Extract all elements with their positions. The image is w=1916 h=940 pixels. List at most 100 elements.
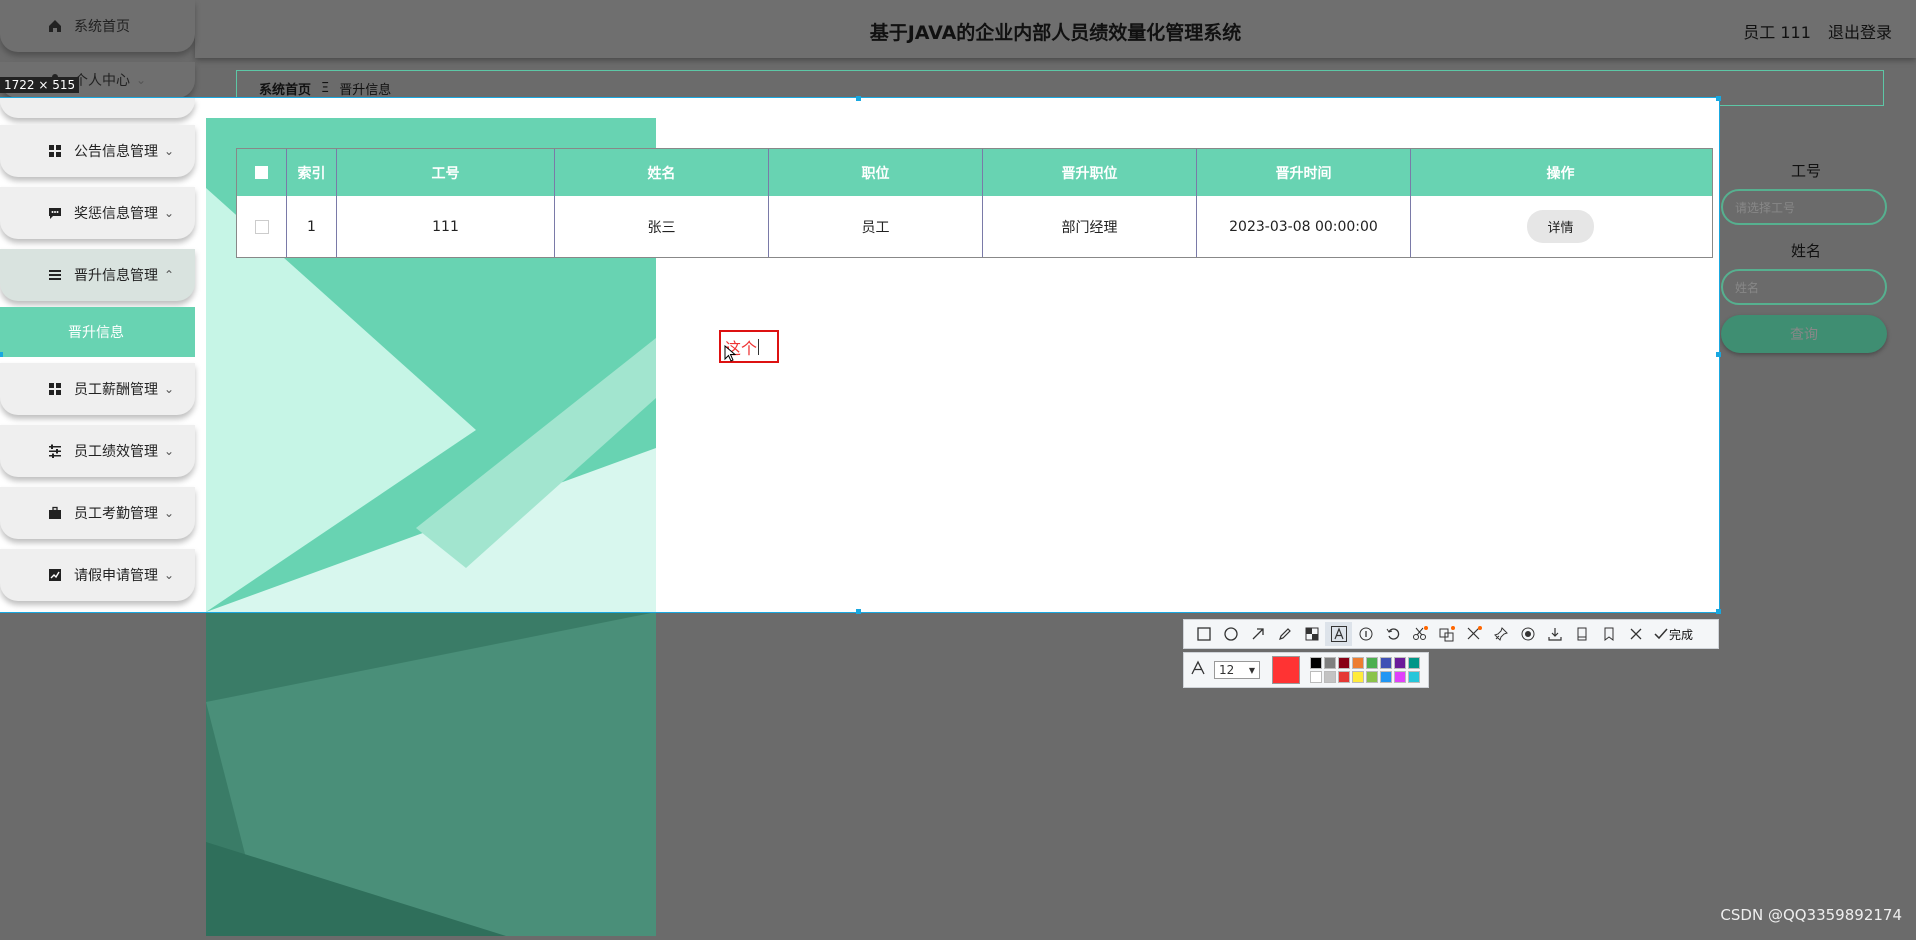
sidebar-subitem-promotion-info[interactable]: 晋升信息 — [0, 307, 195, 357]
ellipse-icon[interactable] — [1217, 622, 1244, 646]
chevron-down-icon: ⌄ — [164, 444, 175, 458]
save-icon[interactable] — [1541, 622, 1568, 646]
search-button[interactable]: 查询 — [1721, 315, 1887, 353]
record-icon[interactable] — [1514, 622, 1541, 646]
cell-name: 张三 — [555, 196, 769, 257]
color-swatch[interactable] — [1366, 671, 1378, 683]
sidebar-item-performance[interactable]: 员工绩效管理 ⌄ — [0, 425, 195, 477]
column-header: 职位 — [769, 149, 983, 196]
home-icon — [46, 17, 64, 35]
sidebar-item-label: 员工绩效管理 — [74, 444, 158, 460]
color-swatch[interactable] — [1408, 671, 1420, 683]
color-swatch[interactable] — [1366, 657, 1378, 669]
sidebar-item-rewards[interactable]: 奖惩信息管理 ⌄ — [0, 187, 195, 239]
sidebar-item-attendance[interactable]: 员工考勤管理 ⌄ — [0, 487, 195, 539]
sidebar-item-label: 奖惩信息管理 — [74, 206, 158, 222]
color-swatch[interactable] — [1380, 671, 1392, 683]
color-swatch[interactable] — [1338, 657, 1350, 669]
pin-icon[interactable] — [1487, 622, 1514, 646]
sidebar-item-label: 个人中心 — [74, 73, 130, 89]
current-user: 员工 111 — [1743, 23, 1811, 42]
sidebar-item-label: 员工考勤管理 — [74, 506, 158, 522]
name-input[interactable]: 姓名 — [1721, 269, 1887, 305]
color-swatch[interactable] — [1338, 671, 1350, 683]
color-swatch[interactable] — [1324, 671, 1336, 683]
resize-handle[interactable] — [0, 352, 3, 357]
rectangle-icon[interactable] — [1190, 622, 1217, 646]
top-header: 基于JAVA的企业内部人员绩效量化管理系统 员工 111 退出登录 — [195, 0, 1916, 58]
background-shape — [206, 612, 656, 936]
select-all-checkbox[interactable] — [255, 166, 268, 179]
color-palette — [1310, 657, 1420, 683]
color-swatch[interactable] — [1310, 657, 1322, 669]
font-icon — [1190, 660, 1206, 680]
promotion-table: 索引 工号 姓名 职位 晋升职位 晋升时间 操作 1 111 张三 员工 部门经… — [236, 148, 1713, 258]
font-size-select[interactable]: 12 ▼ — [1214, 661, 1260, 679]
row-checkbox[interactable] — [254, 219, 269, 234]
long-screenshot-icon[interactable] — [1568, 622, 1595, 646]
color-swatch[interactable] — [1324, 657, 1336, 669]
name-placeholder: 姓名 — [1735, 280, 1760, 295]
mosaic-icon[interactable] — [1298, 622, 1325, 646]
column-header: 操作 — [1546, 165, 1575, 182]
undo-icon[interactable] — [1379, 622, 1406, 646]
color-swatch[interactable] — [1352, 657, 1364, 669]
scissors-icon[interactable] — [1460, 622, 1487, 646]
sidebar-item-home[interactable]: 系统首页 — [0, 0, 195, 52]
current-color-swatch[interactable] — [1272, 656, 1300, 684]
breadcrumb-current: 晋升信息 — [339, 82, 392, 98]
sidebar-item-salary[interactable]: 员工薪酬管理 ⌄ — [0, 363, 195, 415]
close-icon[interactable] — [1622, 622, 1649, 646]
watermark: CSDN @QQ3359892174 — [1720, 906, 1902, 924]
chevron-down-icon: ⌄ — [164, 144, 175, 158]
done-button[interactable]: 完成 — [1653, 626, 1693, 643]
sidebar-item-label: 系统首页 — [74, 19, 130, 35]
row-select-cell[interactable] — [237, 196, 287, 257]
color-swatch[interactable] — [1408, 657, 1420, 669]
arrow-icon[interactable] — [1244, 622, 1271, 646]
logout-link[interactable]: 退出登录 — [1828, 23, 1892, 42]
message-icon — [46, 204, 64, 222]
resize-handle[interactable] — [1716, 352, 1721, 357]
column-header: 晋升时间 — [1197, 149, 1411, 196]
grid-icon — [46, 380, 64, 398]
app-title: 基于JAVA的企业内部人员绩效量化管理系统 — [869, 22, 1242, 44]
translate-icon[interactable] — [1433, 622, 1460, 646]
emp-no-placeholder: 请选择工号 — [1735, 200, 1796, 215]
menu-icon — [46, 266, 64, 284]
done-label: 完成 — [1669, 627, 1694, 642]
color-swatch[interactable] — [1352, 671, 1364, 683]
grid-icon — [46, 142, 64, 160]
name-label: 姓名 — [1791, 242, 1822, 260]
chevron-down-icon: ⌄ — [136, 73, 147, 87]
select-all-cell[interactable] — [237, 149, 287, 196]
resize-handle[interactable] — [856, 609, 861, 614]
text-style-toolbar: 12 ▼ — [1183, 652, 1429, 688]
color-swatch[interactable] — [1380, 657, 1392, 669]
sidebar-item-leave[interactable]: 请假申请管理 ⌄ — [0, 549, 195, 601]
bookmark-icon[interactable] — [1595, 622, 1622, 646]
table-header-row: 索引 工号 姓名 职位 晋升职位 晋升时间 操作 — [237, 149, 1712, 196]
resize-handle[interactable] — [856, 96, 861, 101]
text-icon[interactable] — [1325, 622, 1352, 646]
pen-icon[interactable] — [1271, 622, 1298, 646]
ocr-icon[interactable] — [1406, 622, 1433, 646]
serial-number-icon[interactable] — [1352, 622, 1379, 646]
resize-handle[interactable] — [1716, 609, 1721, 614]
emp-no-select[interactable]: 请选择工号 — [1721, 189, 1887, 225]
font-size-value: 12 — [1219, 663, 1235, 677]
resize-handle[interactable] — [1716, 96, 1721, 101]
breadcrumb-separator: Ξ — [321, 80, 330, 96]
chevron-down-icon: ⌄ — [164, 206, 175, 220]
detail-button[interactable]: 详情 — [1527, 210, 1594, 243]
table-row: 1 111 张三 员工 部门经理 2023-03-08 00:00:00 详情 — [237, 196, 1712, 257]
sidebar-item-notices[interactable]: 公告信息管理 ⌄ — [0, 125, 195, 177]
user-area: 员工 111 退出登录 — [1731, 19, 1892, 43]
color-swatch[interactable] — [1394, 671, 1406, 683]
sliders-icon — [46, 442, 64, 460]
screenshot-selection[interactable]: 公告信息管理 ⌄ 奖惩信息管理 ⌄ 晋升信息管理 ⌃ 晋升信息 员工薪酬管理 ⌄… — [0, 97, 1720, 613]
breadcrumb-home[interactable]: 系统首页 — [259, 79, 311, 98]
sidebar-item-promotion[interactable]: 晋升信息管理 ⌃ — [0, 249, 195, 301]
color-swatch[interactable] — [1310, 671, 1322, 683]
color-swatch[interactable] — [1394, 657, 1406, 669]
